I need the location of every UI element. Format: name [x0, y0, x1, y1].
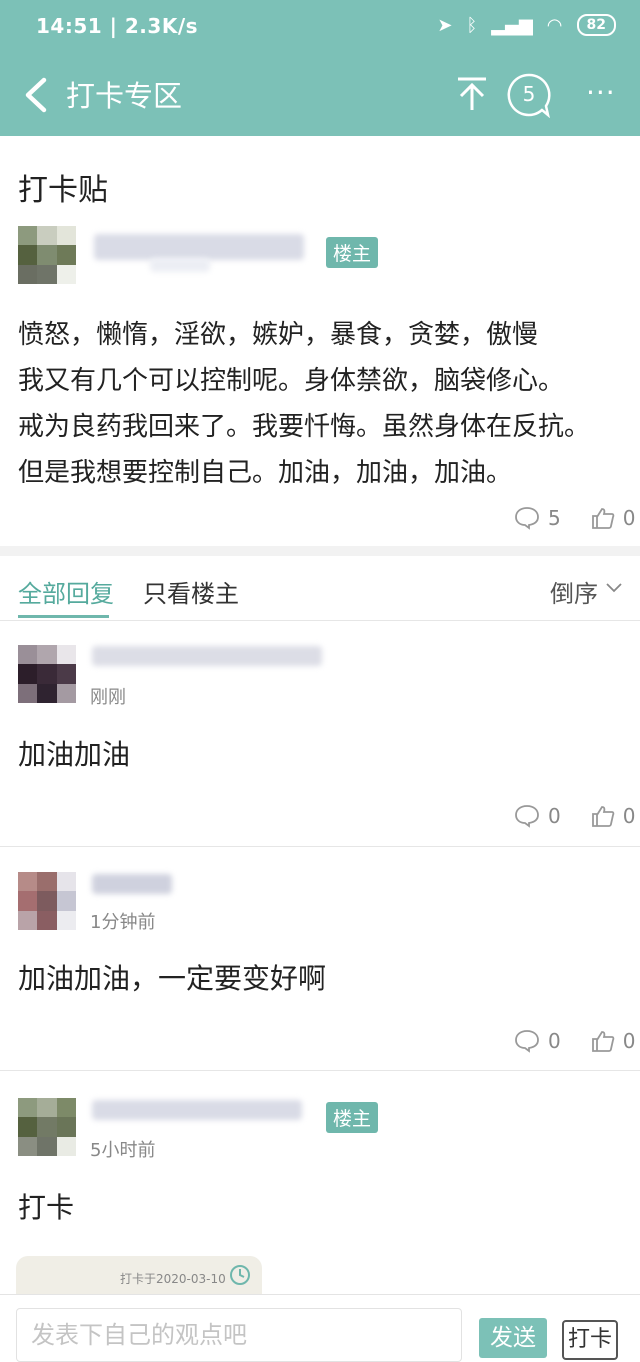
- send-button[interactable]: 发送: [479, 1318, 547, 1358]
- comment-icon[interactable]: [514, 804, 540, 828]
- clock-icon: [230, 1265, 250, 1285]
- post-line: 愤怒，懒惰，淫欲，嫉妒，暴食，贪婪，傲慢: [18, 320, 539, 350]
- reply-comment-count: 0: [548, 804, 561, 828]
- tab-all-replies[interactable]: 全部回复: [18, 574, 114, 609]
- post-line: 但是我想要控制自己。加油，加油，加油。: [18, 458, 513, 488]
- app-bar: 打卡专区 5 ···: [0, 56, 640, 136]
- status-time: 14:51 | 2.3K/s: [36, 14, 199, 38]
- tab-active-indicator: [18, 615, 109, 618]
- reply-time: 5小时前: [90, 1140, 156, 1161]
- comment-input[interactable]: [16, 1308, 462, 1362]
- reply-comment-count: 0: [548, 1029, 561, 1053]
- chevron-down-icon[interactable]: [604, 578, 624, 598]
- status-icons: ➤ ᛒ ▂▄▆ ◠ 82: [437, 14, 616, 36]
- avatar[interactable]: [18, 226, 76, 284]
- op-badge: 楼主: [326, 1102, 379, 1133]
- reply-like-count: 0: [622, 1029, 636, 1053]
- checkin-button[interactable]: 打卡: [562, 1320, 618, 1360]
- reply-time: 刚刚: [90, 687, 126, 708]
- username-blurred[interactable]: [92, 1100, 302, 1120]
- scroll-to-top-icon[interactable]: [452, 74, 492, 114]
- divider: [0, 1070, 640, 1071]
- op-badge: 楼主: [326, 237, 379, 268]
- post-stats: 5 0: [514, 506, 635, 530]
- username-blurred[interactable]: [92, 874, 172, 894]
- reply-like-count: 0: [622, 804, 636, 828]
- reply-text: 加油加油: [18, 738, 131, 771]
- page-title: 打卡专区: [66, 79, 183, 113]
- divider: [0, 620, 640, 621]
- reply-text: 打卡: [18, 1191, 75, 1224]
- username-blurred[interactable]: [94, 234, 304, 260]
- username-blurred[interactable]: [92, 646, 322, 666]
- back-arrow-icon[interactable]: [18, 72, 58, 118]
- comment-icon[interactable]: [514, 506, 540, 530]
- comment-count[interactable]: 5: [506, 72, 552, 116]
- wifi-icon: ◠: [546, 14, 563, 36]
- reply-stats: 0 0: [514, 1029, 635, 1053]
- reply-stats: 0 0: [514, 804, 635, 828]
- username-blurred-secondary: [150, 258, 210, 272]
- thumbs-up-icon[interactable]: [591, 804, 615, 828]
- section-separator: [0, 546, 640, 556]
- avatar[interactable]: [18, 872, 76, 930]
- status-bar: 14:51 | 2.3K/s ➤ ᛒ ▂▄▆ ◠ 82: [0, 0, 640, 56]
- thumbs-up-icon[interactable]: [591, 506, 615, 530]
- post-line: 我又有几个可以控制呢。身体禁欲，脑袋修心。: [18, 366, 565, 396]
- bluetooth-icon: ᛒ: [466, 14, 478, 36]
- battery-indicator: 82: [576, 14, 616, 36]
- checkin-date: 打卡于2020-03-10: [120, 1272, 226, 1286]
- post-like-count: 0: [622, 506, 636, 530]
- divider: [0, 846, 640, 847]
- comment-icon[interactable]: [514, 1029, 540, 1053]
- thumbs-up-icon[interactable]: [591, 1029, 615, 1053]
- reply-text: 加油加油，一定要变好啊: [18, 962, 327, 995]
- avatar[interactable]: [18, 645, 76, 703]
- sort-toggle[interactable]: 倒序: [550, 574, 598, 609]
- post-title: 打卡贴: [18, 173, 108, 208]
- post-comment-count: 5: [548, 506, 561, 530]
- tab-op-only[interactable]: 只看楼主: [143, 574, 239, 609]
- location-icon: ➤: [437, 14, 453, 36]
- reply-time: 1分钟前: [90, 912, 156, 933]
- avatar[interactable]: [18, 1098, 76, 1156]
- post-line: 戒为良药我回来了。我要忏悔。虽然身体在反抗。: [18, 412, 591, 442]
- more-options-icon[interactable]: ···: [586, 76, 616, 109]
- signal-icon: ▂▄▆: [491, 14, 533, 36]
- post-body: 愤怒，懒惰，淫欲，嫉妒，暴食，贪婪，傲慢 我又有几个可以控制呢。身体禁欲，脑袋修…: [18, 312, 628, 496]
